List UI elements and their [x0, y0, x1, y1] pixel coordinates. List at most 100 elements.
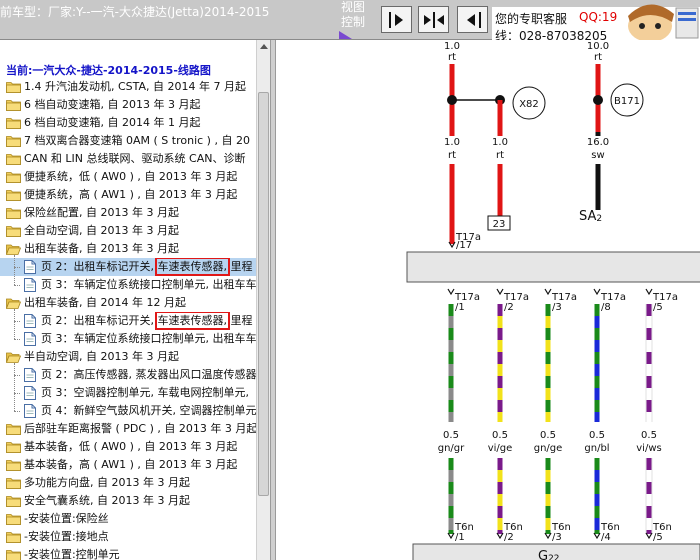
- mascot-icon: [628, 4, 699, 40]
- wire-color-label: gn/gr: [438, 443, 465, 454]
- ground-label-main: SA: [579, 209, 596, 224]
- connector-arrow: [496, 288, 504, 296]
- tree-item-text: 6 档自动变速箱, 自 2013 年 3 月起: [24, 98, 201, 111]
- view-control-label: 视图 控制: [340, 0, 365, 29]
- folder-icon: [6, 82, 21, 93]
- document-icon: [24, 314, 36, 328]
- tree-folder-item[interactable]: 全自动空调, 自 2013 年 3 月起: [0, 222, 256, 240]
- tree-folder-item[interactable]: 7 档双离合器变速箱 0AM ( S tronic ) , 自 20: [0, 132, 256, 150]
- tree-folder-item[interactable]: 便捷系统，高 ( AW1 ) , 自 2013 年 3 月起: [0, 186, 256, 204]
- tree-page-item[interactable]: 页 2：出租车标记开关, 车速表传感器, 里程: [0, 258, 256, 276]
- previous-page-button[interactable]: [457, 6, 488, 33]
- ground-label-sa2: SA2: [579, 209, 602, 224]
- tree-item-text: 6 档自动变速箱, 自 2014 年 1 月起: [24, 116, 201, 129]
- wire-size-label: 1.0: [492, 137, 508, 148]
- top-toolbar: 前车型：厂家:Y--一汽-大众捷达(Jetta)2014-2015 视图 控制 …: [0, 0, 700, 43]
- service-label: 您的专职客服: [495, 12, 568, 26]
- tree-guide-line: [14, 363, 15, 411]
- tree-folder-item[interactable]: 1.4 升汽油发动机, CSTA, 自 2014 年 7 月起: [0, 78, 256, 96]
- tree-folder-item[interactable]: 出租车装备, 自 2014 年 12 月起: [0, 294, 256, 312]
- wiring-diagram[interactable]: 1.0 rt 10.0 rt X82 B171 1.0 rt 1.0 rt 16.0 sw 23 SA2 T…: [276, 40, 700, 560]
- folder-icon: [6, 208, 21, 219]
- tree-item-label: CAN 和 LIN 总线联网、驱动系统 CAN、诊断: [24, 150, 245, 168]
- tree-scrollbar[interactable]: [256, 40, 270, 560]
- folder-icon: [6, 118, 21, 129]
- tree-item-text: 便捷系统，高 ( AW1 ) , 自 2013 年 3 月起: [24, 188, 238, 201]
- tree-page-item[interactable]: 页 3：空调器控制单元, 车载电网控制单元,: [0, 384, 256, 402]
- tree-guide-line: [14, 255, 15, 285]
- tree-item-text: 出租车装备, 自 2014 年 12 月起: [24, 296, 186, 309]
- tree-folder-item[interactable]: -安装位置:接地点: [0, 528, 256, 546]
- scrollbar-thumb[interactable]: [258, 92, 269, 496]
- tree-item-text: 出租车装备, 自 2013 年 3 月起: [24, 242, 179, 255]
- tree-item-label: 基本装备，低 ( AW0 ) , 自 2013 年 3 月起: [24, 438, 237, 456]
- wiring-tree-panel: 当前:一汽大众-捷达-2014-2015-线路图 1.4 升汽油发动机, CST…: [0, 40, 270, 560]
- tree-folder-item[interactable]: 6 档自动变速箱, 自 2014 年 1 月起: [0, 114, 256, 132]
- connector-arrow: [593, 288, 601, 296]
- wire-color-label: vi/ge: [488, 443, 513, 454]
- tree-page-item[interactable]: 页 2：高压传感器, 蒸发器出风口温度传感器: [0, 366, 256, 384]
- component-label-sub: 22: [548, 554, 559, 560]
- connector-arrow: [447, 288, 455, 296]
- tree-item-text: 页 3：车辆定位系统接口控制单元, 出租车车: [41, 278, 256, 291]
- tree-item-text: -安装位置:接地点: [24, 530, 109, 543]
- tree-guide-line: [14, 309, 15, 339]
- tree-page-item[interactable]: 页 2：出租车标记开关, 车速表传感器, 里程: [0, 312, 256, 330]
- connector-pin-label: /8: [601, 302, 611, 313]
- tree-folder-item[interactable]: 半自动空调, 自 2013 年 3 月起: [0, 348, 256, 366]
- tree-item-label: 页 2：出租车标记开关, 车速表传感器, 里程: [41, 258, 253, 276]
- tree-folder-item[interactable]: -安装位置:保险丝: [0, 510, 256, 528]
- folder-icon: [6, 226, 21, 237]
- tree-folder-item[interactable]: 安全气囊系统, 自 2013 年 3 月起: [0, 492, 256, 510]
- tree-item-label: 全自动空调, 自 2013 年 3 月起: [24, 222, 179, 240]
- tree-folder-item[interactable]: -安装位置:控制单元: [0, 546, 256, 560]
- connector-pin-label: /5: [653, 532, 663, 543]
- tree-item-text: 7 档双离合器变速箱 0AM ( S tronic ) , 自 20: [24, 134, 250, 147]
- tree-item-label: 页 4：新鲜空气鼓风机开关, 空调器控制单元: [41, 402, 256, 420]
- tree-item-label: -安装位置:控制单元: [24, 546, 120, 560]
- tree-folder-item[interactable]: 基本装备，低 ( AW0 ) , 自 2013 年 3 月起: [0, 438, 256, 456]
- connector-pin-label: /17: [456, 240, 472, 251]
- wire-size-label: 0.5: [641, 430, 657, 441]
- fit-view-button[interactable]: [418, 6, 449, 33]
- tree-folder-item[interactable]: 出租车装备, 自 2013 年 3 月起: [0, 240, 256, 258]
- control-unit-box: [406, 251, 700, 283]
- tree-item-label: 6 档自动变速箱, 自 2014 年 1 月起: [24, 114, 200, 132]
- document-icon: [24, 260, 36, 274]
- splice-dot: [593, 95, 603, 105]
- document-icon: [24, 332, 36, 346]
- wire-color-label: vi/ws: [636, 443, 661, 454]
- tree-folder-item[interactable]: 6 档自动变速箱, 自 2013 年 3 月起: [0, 96, 256, 114]
- tree-item-text-suffix: 里程: [227, 314, 253, 327]
- wire-color-label: rt: [448, 150, 456, 161]
- tree-folder-item[interactable]: 保险丝配置, 自 2013 年 3 月起: [0, 204, 256, 222]
- tree-page-item[interactable]: 页 4：新鲜空气鼓风机开关, 空调器控制单元: [0, 402, 256, 420]
- tree-item-label: 1.4 升汽油发动机, CSTA, 自 2014 年 7 月起: [24, 78, 246, 96]
- next-page-button[interactable]: [381, 6, 412, 33]
- splice-b171-label: B171: [614, 96, 640, 107]
- tree-item-text: 基本装备，高 ( AW1 ) , 自 2013 年 3 月起: [24, 458, 238, 471]
- document-icon: [24, 278, 36, 292]
- splice-x82-label: X82: [519, 99, 539, 110]
- arrow-right-icon: [388, 11, 403, 28]
- tree-folder-item[interactable]: 基本装备，高 ( AW1 ) , 自 2013 年 3 月起: [0, 456, 256, 474]
- folder-icon: [6, 190, 21, 201]
- wire-size-label: 0.5: [589, 430, 605, 441]
- wire-color-label: gn/ge: [534, 443, 563, 454]
- tree-folder-item[interactable]: 便捷系统，低 ( AW0 ) , 自 2013 年 3 月起: [0, 168, 256, 186]
- wire-size-label: 1.0: [444, 41, 460, 52]
- connector-arrow: [645, 288, 653, 296]
- tree-folder-item[interactable]: CAN 和 LIN 总线联网、驱动系统 CAN、诊断: [0, 150, 256, 168]
- tree-item-label: -安装位置:接地点: [24, 528, 109, 546]
- tree-folder-item[interactable]: 多功能方向盘, 自 2013 年 3 月起: [0, 474, 256, 492]
- tree-page-item[interactable]: 页 3：车辆定位系统接口控制单元, 出租车车: [0, 276, 256, 294]
- scroll-up-arrow-icon[interactable]: [257, 40, 271, 54]
- splice-dot: [447, 95, 457, 105]
- tree-folder-item[interactable]: 后部驻车距离报警 ( PDC ) , 自 2013 年 3 月起: [0, 420, 256, 438]
- wire-color-label: rt: [594, 52, 602, 63]
- connector-pin-label: /2: [504, 532, 514, 543]
- tree-item-text: 安全气囊系统, 自 2013 年 3 月起: [24, 494, 190, 507]
- connector-pin-label: /4: [601, 532, 611, 543]
- tree-item-text: 1.4 升汽油发动机, CSTA, 自 2014 年 7 月起: [24, 80, 247, 93]
- tree-page-item[interactable]: 页 3：车辆定位系统接口控制单元, 出租车车: [0, 330, 256, 348]
